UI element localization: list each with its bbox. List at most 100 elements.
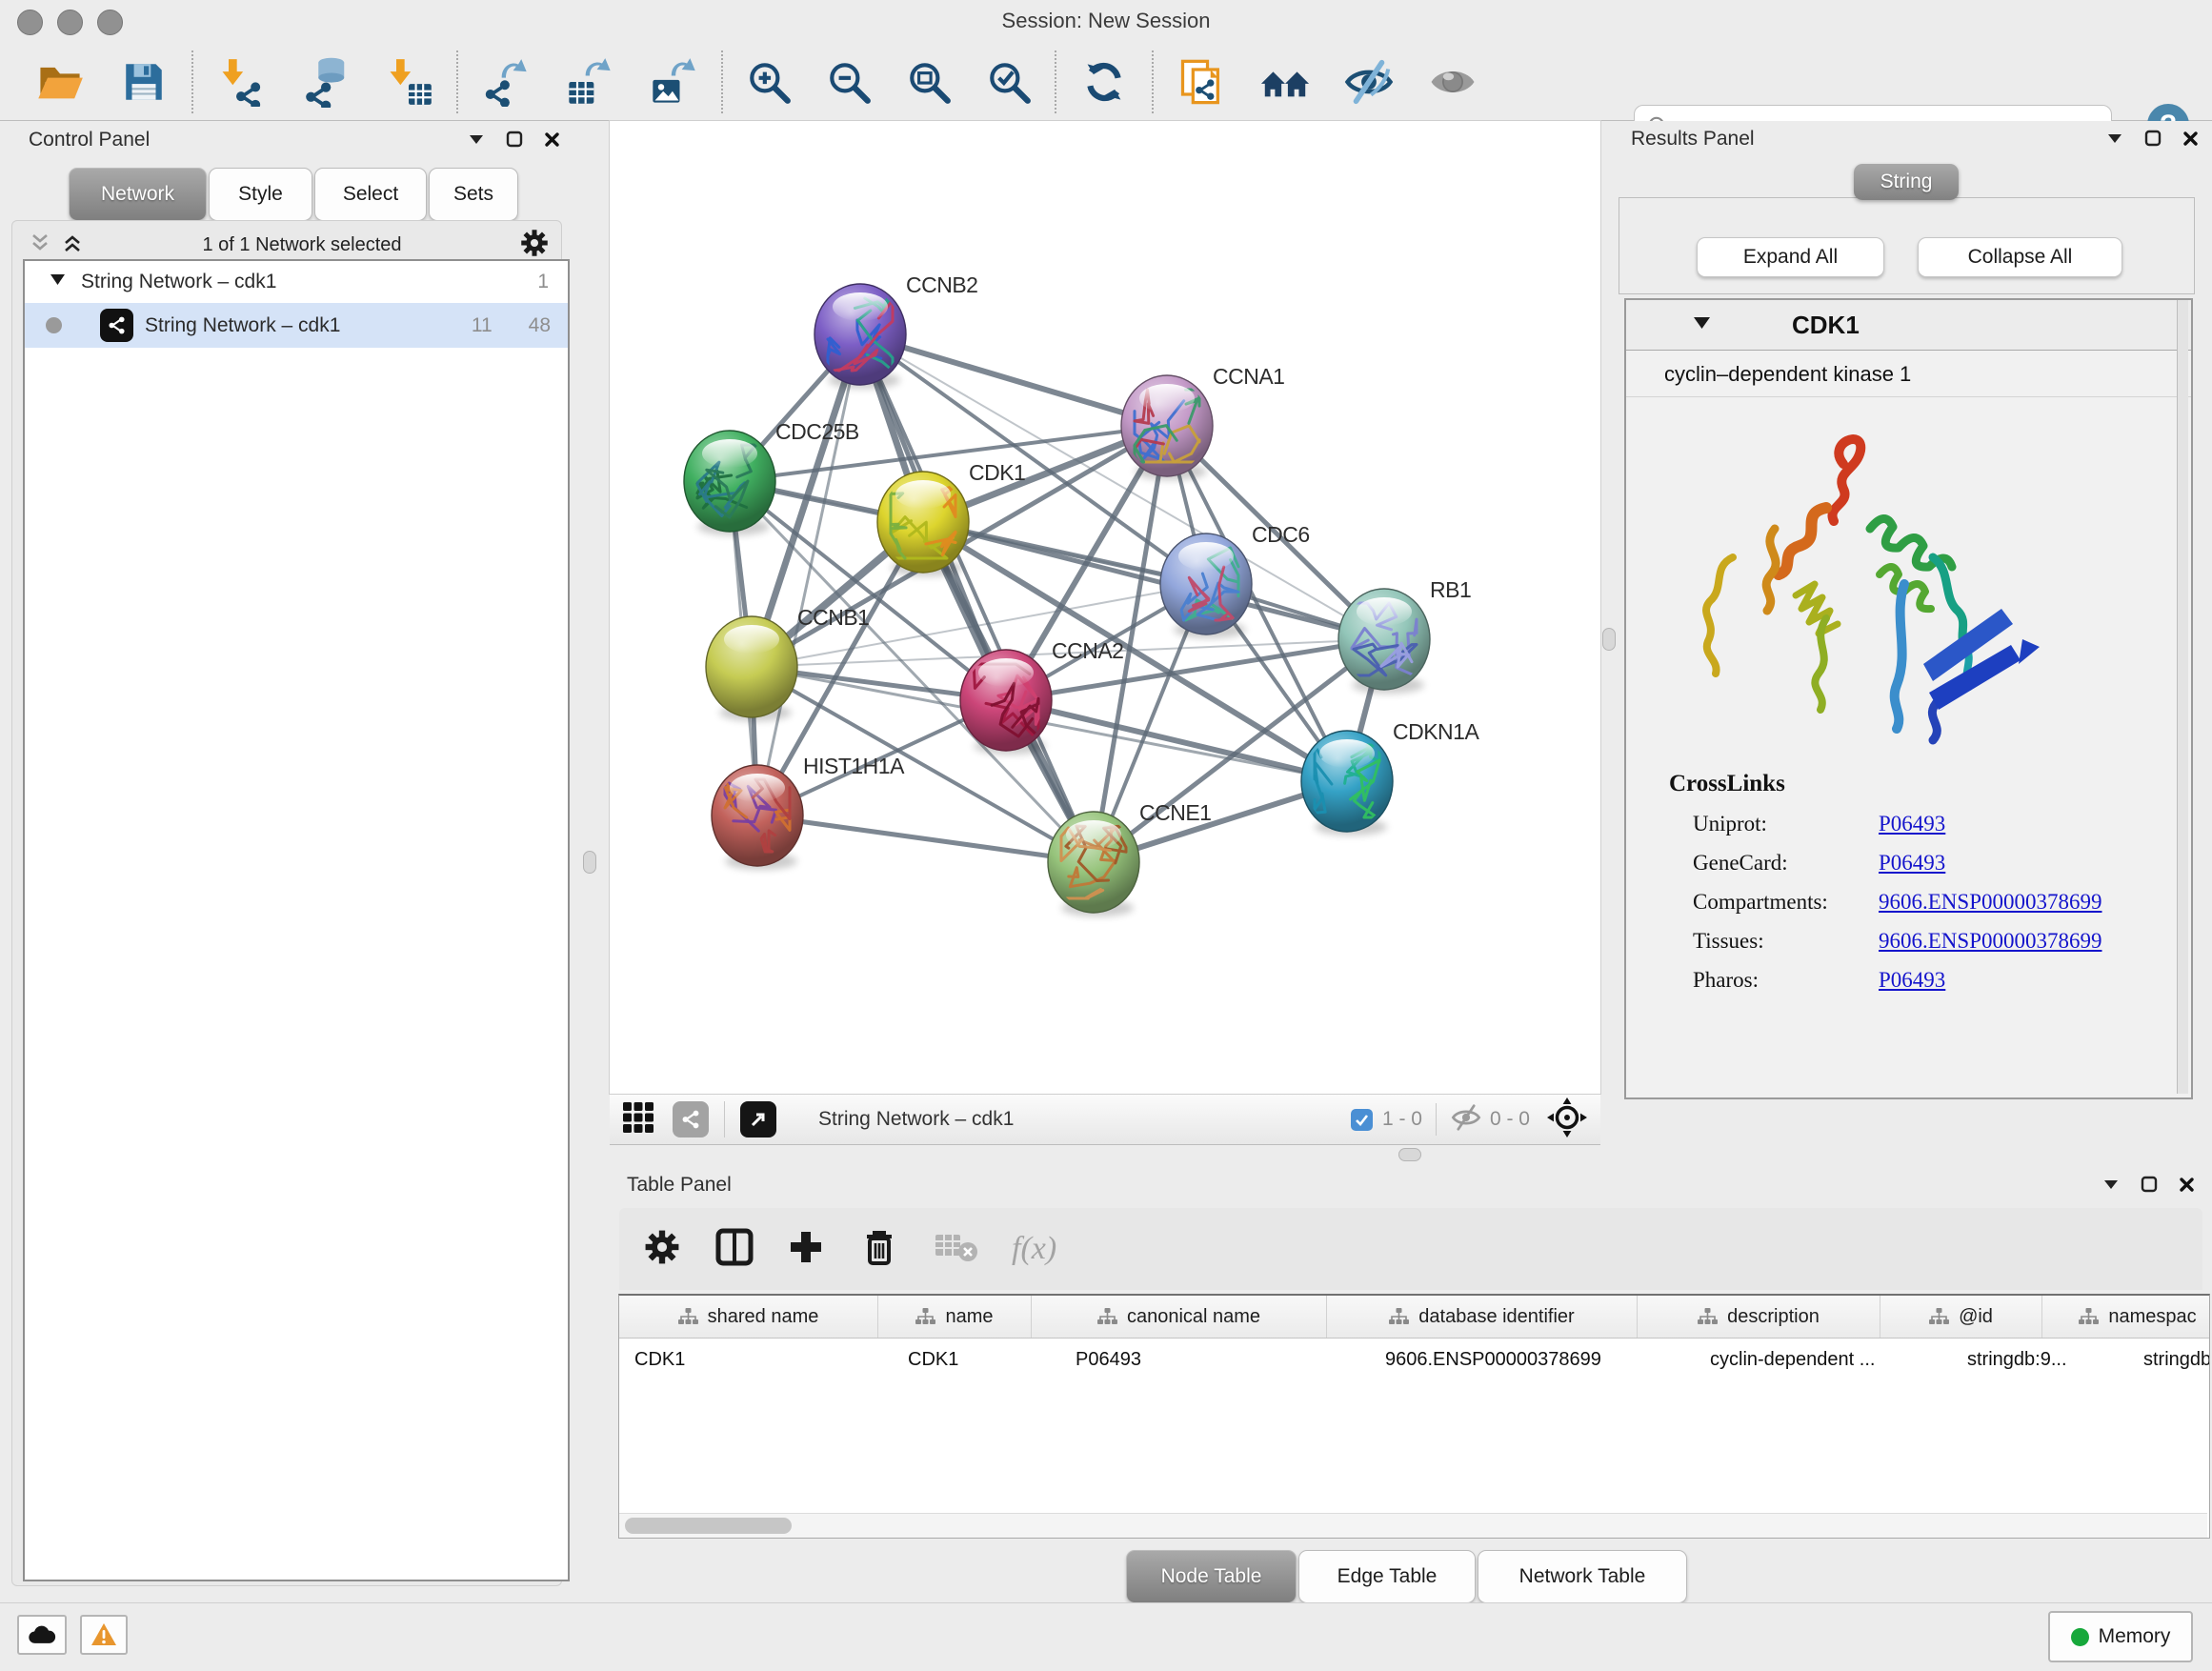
node-CCNE1[interactable]: CCNE1: [1048, 800, 1211, 916]
hide-selected-button[interactable]: [1343, 56, 1395, 108]
import-table-file-button[interactable]: [383, 56, 434, 108]
results-buttons-box: Expand All Collapse All: [1619, 197, 2195, 294]
warning-status-button[interactable]: [80, 1615, 128, 1655]
edge-CDK1-RB1: [923, 522, 1384, 639]
save-session-button[interactable]: [118, 56, 170, 108]
birdseye-view-icon[interactable]: [621, 1100, 655, 1139]
node-CDKN1A[interactable]: CDKN1A: [1301, 719, 1479, 836]
crosslink-genecard-link[interactable]: P06493: [1879, 851, 1945, 876]
node-CDC6[interactable]: CDC6: [1160, 522, 1310, 638]
tab-network[interactable]: Network: [69, 168, 207, 221]
cell-description[interactable]: cyclin-dependent ...: [1695, 1339, 1952, 1380]
close-panel-icon[interactable]: [544, 131, 560, 148]
network-graph: CCNB2CCNA1CDC25BCDK1CDC6RB1CCNB1CCNA2CDK…: [610, 121, 1600, 1094]
crosslink-pharos-link[interactable]: P06493: [1879, 968, 1945, 993]
horizontal-splitter-grip[interactable]: [1398, 1148, 1421, 1161]
column-header-name[interactable]: name: [878, 1296, 1032, 1338]
node-HIST1H1A[interactable]: HIST1H1A: [712, 754, 905, 870]
tab-select[interactable]: Select: [314, 168, 427, 221]
float-panel-icon[interactable]: [2144, 130, 2162, 147]
tab-node-table[interactable]: Node Table: [1126, 1550, 1297, 1603]
panel-menu-icon[interactable]: [468, 132, 485, 146]
column-header-description[interactable]: description: [1638, 1296, 1880, 1338]
left-splitter-grip[interactable]: [583, 851, 596, 874]
network-row-selected[interactable]: String Network – cdk1 11 48: [25, 303, 568, 348]
cell-name[interactable]: CDK1: [893, 1339, 1060, 1380]
memory-button[interactable]: Memory: [2048, 1611, 2193, 1662]
cloud-status-button[interactable]: [17, 1615, 67, 1655]
results-tab-string[interactable]: String: [1854, 164, 1959, 200]
cell-sharedname[interactable]: CDK1: [619, 1339, 893, 1380]
zoom-fit-button[interactable]: [903, 56, 955, 108]
collapse-all-networks-icon[interactable]: [29, 232, 51, 259]
table-row[interactable]: CDK1CDK1P064939606.ENSP00000378699cyclin…: [619, 1339, 2209, 1380]
network-options-gear-icon[interactable]: [520, 229, 549, 262]
import-network-file-button[interactable]: [215, 56, 267, 108]
column-header-databaseidentifier[interactable]: database identifier: [1327, 1296, 1638, 1338]
cell-namespac[interactable]: stringdb: [2128, 1339, 2210, 1380]
title-bar: Session: New Session: [0, 0, 2212, 44]
import-network-database-button[interactable]: [299, 56, 351, 108]
expand-all-networks-icon[interactable]: [61, 232, 84, 259]
show-all-button[interactable]: [1427, 56, 1478, 108]
import-network-icon: [216, 57, 266, 107]
clone-network-button[interactable]: [1176, 56, 1227, 108]
crosslink-uniprot-link[interactable]: P06493: [1879, 812, 1945, 836]
column-header-namespac[interactable]: namespac: [2042, 1296, 2210, 1338]
add-column-icon[interactable]: [787, 1228, 825, 1271]
float-panel-icon[interactable]: [2141, 1176, 2158, 1193]
selected-nodes-checkbox[interactable]: [1351, 1109, 1373, 1131]
table-options-gear-icon[interactable]: [644, 1229, 680, 1270]
zoom-out-button[interactable]: [823, 56, 875, 108]
open-session-button[interactable]: [34, 56, 86, 108]
table-panel-title: Table Panel: [627, 1174, 732, 1197]
refresh-view-button[interactable]: [1078, 56, 1130, 108]
tab-network-table[interactable]: Network Table: [1478, 1550, 1687, 1603]
float-panel-icon[interactable]: [506, 131, 523, 148]
detach-view-icon[interactable]: [740, 1101, 776, 1137]
delete-column-icon[interactable]: [861, 1227, 897, 1272]
panel-menu-icon[interactable]: [2102, 1178, 2120, 1191]
node-RB1[interactable]: RB1: [1338, 577, 1471, 694]
export-table-button[interactable]: [564, 56, 615, 108]
crosslink-compartments-link[interactable]: 9606.ENSP00000378699: [1879, 890, 2102, 915]
column-header-canonicalname[interactable]: canonical name: [1032, 1296, 1327, 1338]
collapse-all-button[interactable]: Collapse All: [1918, 237, 2122, 277]
cell-id[interactable]: stringdb:9...: [1952, 1339, 2128, 1380]
column-header-id[interactable]: @id: [1880, 1296, 2042, 1338]
gene-header-row[interactable]: CDK1: [1626, 300, 2191, 351]
zoom-in-button[interactable]: [743, 56, 794, 108]
node-CCNB2[interactable]: CCNB2: [814, 272, 977, 389]
expand-all-button[interactable]: Expand All: [1697, 237, 1884, 277]
first-neighbors-button[interactable]: [1259, 56, 1311, 108]
status-bar: Memory: [0, 1602, 2212, 1671]
crosslink-tissues-link[interactable]: 9606.ENSP00000378699: [1879, 929, 2102, 954]
tree-collapse-icon[interactable]: [50, 273, 66, 291]
hscrollbar-thumb[interactable]: [625, 1518, 792, 1534]
network-label: String Network – cdk1: [145, 314, 472, 337]
toolbar-separator: [1055, 50, 1056, 113]
hidden-eye-slash-icon[interactable]: [1450, 1103, 1482, 1137]
clone-network-icon: [1176, 57, 1226, 107]
cell-canonicalname[interactable]: P06493: [1060, 1339, 1370, 1380]
collapse-gene-icon[interactable]: [1693, 316, 1711, 334]
right-splitter-grip[interactable]: [1602, 628, 1616, 651]
tab-sets[interactable]: Sets: [429, 168, 518, 221]
crosshair-icon[interactable]: [1547, 1097, 1587, 1142]
export-image-button[interactable]: [648, 56, 699, 108]
string-panel-toggle-icon[interactable]: [673, 1101, 709, 1137]
network-collection-row[interactable]: String Network – cdk1 1: [25, 261, 568, 303]
panel-menu-icon[interactable]: [2106, 131, 2123, 145]
tab-style[interactable]: Style: [209, 168, 312, 221]
network-canvas[interactable]: CCNB2CCNA1CDC25BCDK1CDC6RB1CCNB1CCNA2CDK…: [610, 121, 1600, 1094]
column-header-sharedname[interactable]: shared name: [619, 1296, 878, 1338]
zoom-selected-button[interactable]: [983, 56, 1035, 108]
close-panel-icon[interactable]: [2182, 131, 2199, 147]
node-CCNA2[interactable]: CCNA2: [960, 638, 1123, 755]
cell-databaseidentifier[interactable]: 9606.ENSP00000378699: [1370, 1339, 1695, 1380]
show-columns-icon[interactable]: [714, 1227, 754, 1272]
export-network-button[interactable]: [480, 56, 532, 108]
tab-edge-table[interactable]: Edge Table: [1298, 1550, 1476, 1603]
close-panel-icon[interactable]: [2179, 1177, 2195, 1193]
results-scrollbar[interactable]: [2177, 300, 2188, 1094]
